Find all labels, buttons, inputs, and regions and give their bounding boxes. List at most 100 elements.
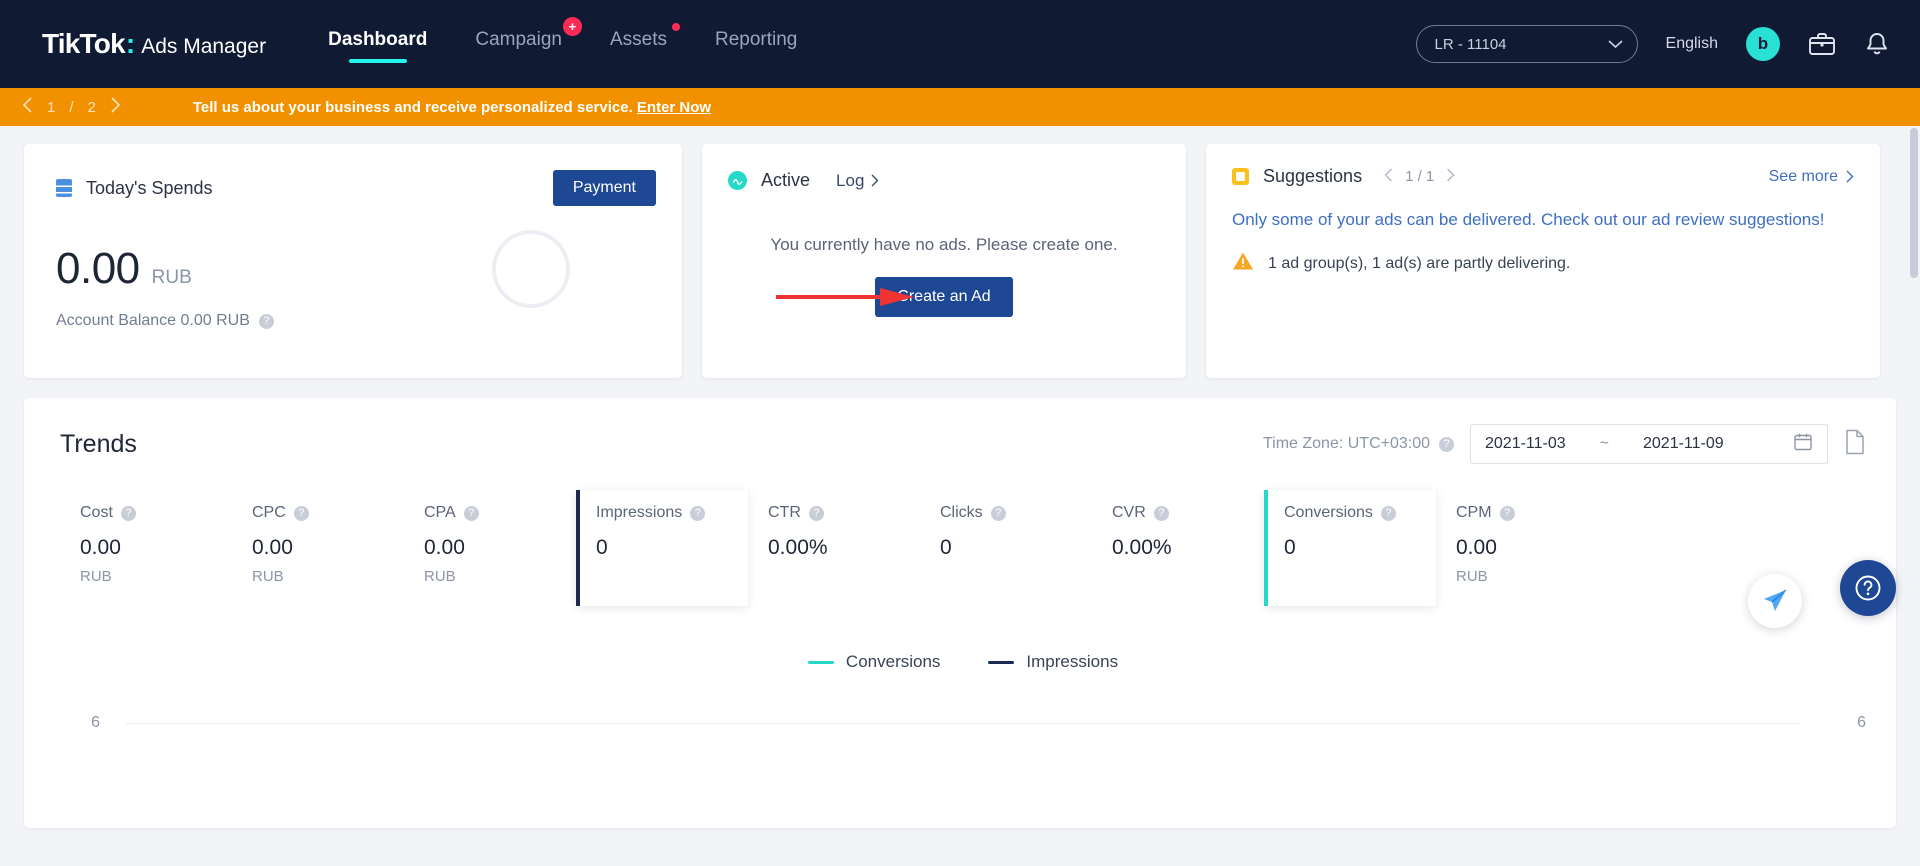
metric-label: Impressions ? [596,504,748,522]
metric-clicks[interactable]: Clicks ? 0 [920,490,1092,606]
metric-label: CPA ? [424,504,576,522]
active-tab-underline [348,59,407,63]
notification-dot-icon [671,23,680,31]
metric-value: 0.00 [252,536,293,559]
legend-label-impressions: Impressions [1026,652,1119,671]
help-icon[interactable]: ? [690,505,706,521]
spends-amount-value: 0.00 [56,244,140,293]
logo-colon: : [125,28,136,59]
nav-item-reporting[interactable]: Reporting [713,23,799,65]
chart-gridline [126,722,1800,724]
account-balance-row: Account Balance 0.00 RUB ? [56,312,656,330]
legend-item-conversions[interactable]: Conversions [807,652,940,672]
legend-swatch-impressions [988,660,1015,664]
metric-cpm[interactable]: CPM ? 0.00 RUB [1436,490,1608,606]
legend-swatch-conversions [807,660,834,664]
metric-label-text: Conversions [1284,504,1373,521]
metric-unit: RUB [1456,568,1488,585]
spends-icon [56,179,72,197]
nav-item-dashboard[interactable]: Dashboard [326,23,429,65]
metric-unit [768,568,920,586]
y-axis-left-tick: 6 [91,714,100,731]
metric-impressions[interactable]: Impressions ? 0 [576,490,748,606]
account-selector[interactable]: LR - 11104 [1415,25,1638,63]
metric-unit [940,568,1092,586]
briefcase-icon[interactable] [1808,31,1836,57]
export-report-icon[interactable] [1844,429,1866,460]
metric-cost[interactable]: Cost ? 0.00 RUB [60,490,232,606]
metric-value: 0 [596,536,608,559]
bell-icon[interactable] [1864,31,1890,57]
suggestions-next-icon[interactable] [1446,168,1455,186]
chevron-right-icon [1846,170,1854,183]
suggestions-icon [1232,168,1249,185]
help-icon[interactable]: ? [258,313,274,329]
metric-ctr[interactable]: CTR ? 0.00% [748,490,920,606]
metric-label: CPM ? [1456,504,1608,522]
metric-label: Conversions ? [1284,504,1436,522]
help-icon[interactable]: ? [120,505,136,521]
nav-label-campaign: Campaign [475,29,562,50]
plus-badge-icon: + [562,17,582,36]
banner-enter-now-link[interactable]: Enter Now [637,99,711,116]
metric-label-text: Cost [80,504,113,521]
help-icon[interactable]: ? [293,505,309,521]
log-link-label: Log [836,170,865,190]
active-status-icon [728,171,747,190]
help-button[interactable] [1840,560,1896,616]
metric-value: 0 [1284,536,1296,559]
send-message-button[interactable] [1748,574,1802,628]
nav-label-dashboard: Dashboard [328,29,428,50]
suggestions-warning-row: 1 ad group(s), 1 ad(s) are partly delive… [1232,251,1854,276]
suggestions-prev-icon[interactable] [1384,168,1393,186]
metric-cvr[interactable]: CVR ? 0.00% [1092,490,1264,606]
trends-title: Trends [60,429,137,458]
active-status-card: Active Log You currently have no ads. Pl… [702,144,1186,378]
nav-item-assets[interactable]: Assets [608,23,680,65]
help-icon[interactable]: ? [990,505,1006,521]
banner-prev-icon[interactable] [22,96,33,118]
metric-label-text: Clicks [940,504,983,521]
help-icon[interactable]: ? [463,505,479,521]
date-range-separator: ~ [1599,435,1609,452]
account-selector-value: LR - 11104 [1434,35,1507,53]
language-selector[interactable]: English [1666,35,1718,53]
metric-unit [1284,568,1436,586]
metric-label-text: CPC [252,504,286,521]
metric-conversions[interactable]: Conversions ? 0 [1264,490,1436,606]
see-more-link[interactable]: See more [1769,168,1854,186]
help-icon[interactable]: ? [1439,436,1454,452]
metric-label: Clicks ? [940,504,1092,522]
see-more-label: See more [1768,167,1838,185]
log-link[interactable]: Log [836,171,879,191]
metric-cpa[interactable]: CPA ? 0.00 RUB [404,490,576,606]
trends-header: Trends Time Zone: UTC+03:00 ? 2021-11-03… [60,424,1866,464]
banner-next-icon[interactable] [110,96,121,118]
suggestions-body-text[interactable]: Only some of your ads can be delivered. … [1232,207,1854,233]
avatar[interactable]: b [1746,27,1780,61]
no-ads-message: You currently have no ads. Please create… [770,235,1118,254]
payment-button[interactable]: Payment [552,170,656,206]
banner-page-separator: / [69,98,74,116]
trends-metrics-row: Cost ? 0.00 RUB CPC ? 0.00 RUB CPA ? 0.0… [60,490,1866,606]
account-balance-text: Account Balance 0.00 RUB [56,312,250,329]
metric-cpc[interactable]: CPC ? 0.00 RUB [232,490,404,606]
tiktok-ads-manager-logo[interactable]: TikTok: Ads Manager [42,28,266,60]
banner-page-total: 2 [87,98,96,116]
metric-label-text: Impressions [596,504,683,521]
help-icon[interactable]: ? [1499,505,1515,521]
chevron-right-icon [871,174,879,187]
metric-label: Cost ? [80,504,232,522]
trends-toolbar: Time Zone: UTC+03:00 ? 2021-11-03 ~ 2021… [1263,424,1866,464]
nav-item-campaign[interactable]: Campaign + [473,17,582,65]
legend-item-impressions[interactable]: Impressions [988,652,1118,672]
timezone-text: Time Zone: UTC+03:00 [1262,435,1430,452]
help-icon[interactable]: ? [1380,505,1396,521]
help-icon[interactable]: ? [1153,505,1169,521]
date-range-picker[interactable]: 2021-11-03 ~ 2021-11-09 [1470,424,1828,464]
metric-unit: RUB [252,568,284,585]
warning-icon [1232,251,1254,276]
help-icon[interactable]: ? [808,505,824,521]
page-scrollbar[interactable] [1910,128,1918,278]
metric-unit: RUB [80,568,112,585]
